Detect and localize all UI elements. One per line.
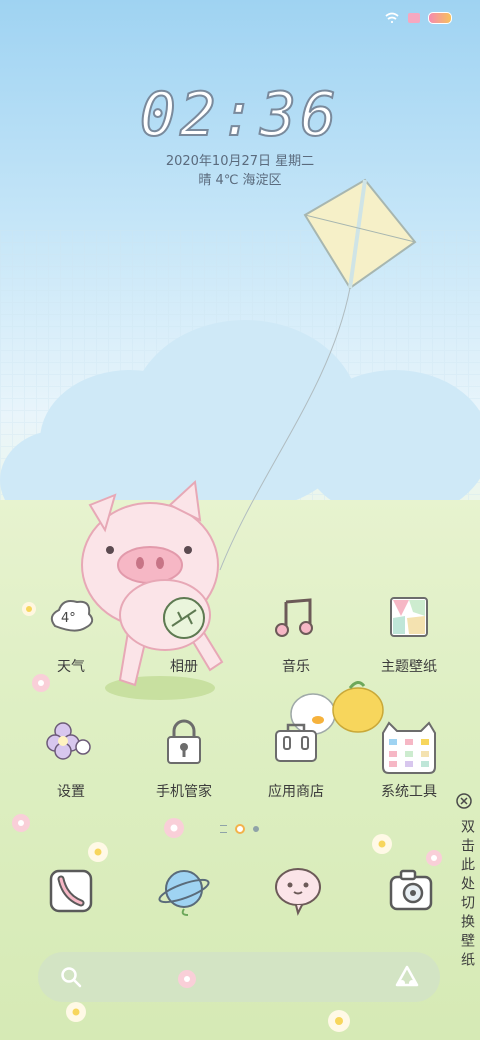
weather-label[interactable]: 晴 4℃ 海淀区 (0, 169, 480, 188)
app-label: 系统工具 (381, 784, 437, 800)
dock-phone[interactable] (45, 865, 97, 917)
app-label: 手机管家 (156, 784, 212, 800)
flower-decoration (12, 814, 30, 832)
flower-decoration (328, 1010, 350, 1032)
wallpaper-switch-hint[interactable]: 双击此处切换壁纸 (456, 793, 475, 971)
app-label: 相册 (170, 659, 198, 675)
lock-manager-icon (158, 717, 210, 769)
app-music[interactable]: 音乐 (246, 592, 346, 676)
dock-camera[interactable] (385, 865, 437, 917)
flower-decoration (372, 834, 392, 854)
flower-decoration (66, 1002, 86, 1022)
flower-decoration (32, 674, 50, 692)
notification-icon (408, 13, 420, 23)
app-settings[interactable]: 设置 (21, 717, 121, 801)
flower-settings-icon (45, 717, 97, 769)
dock-messages[interactable] (272, 865, 324, 917)
bag-store-icon (270, 717, 322, 769)
flower-decoration (22, 602, 36, 616)
leaf-album-icon (158, 592, 210, 644)
page-dot-active[interactable] (235, 824, 245, 834)
wifi-icon (385, 12, 399, 23)
flower-decoration (178, 970, 196, 988)
music-note-icon (270, 592, 322, 644)
close-icon[interactable] (456, 793, 472, 809)
app-label: 设置 (57, 784, 85, 800)
dock-browser[interactable] (158, 865, 210, 917)
phone-icon (49, 869, 93, 913)
app-theme[interactable]: 主题壁纸 (359, 592, 459, 676)
lock-clock[interactable]: 02:36 (0, 79, 480, 151)
cat-folder-icon (377, 717, 441, 777)
date-label: 2020年10月27日 星期二 (165, 154, 315, 169)
search-bar[interactable] (38, 952, 440, 1002)
page-dot-list[interactable] (220, 825, 227, 833)
app-system-tools[interactable]: 系统工具 (359, 717, 459, 801)
theme-tiles-icon (383, 592, 435, 644)
weather-temp: 4° (61, 611, 76, 626)
app-label: 应用商店 (268, 784, 324, 800)
search-input[interactable] (98, 962, 382, 994)
camera-icon (389, 869, 433, 911)
assistant-icon[interactable] (394, 964, 420, 990)
app-label: 主题壁纸 (381, 659, 437, 675)
flower-decoration (164, 818, 184, 838)
wallpaper-switch-text[interactable]: 双击此处切换壁纸 (456, 819, 477, 971)
app-phone-manager[interactable]: 手机管家 (134, 717, 234, 801)
page-dot[interactable] (253, 826, 259, 832)
flower-decoration (88, 842, 108, 862)
weather-cloud-icon: 4° (45, 592, 97, 644)
app-album[interactable]: 相册 (134, 592, 234, 676)
flower-decoration (426, 850, 442, 866)
app-label: 音乐 (282, 659, 310, 675)
message-bubble-icon (275, 868, 321, 916)
home-screen: 02:36 2020年10月27日 星期二 晴 4℃ 海淀区 4° 天气 相册 (0, 0, 480, 1040)
battery-icon (428, 12, 452, 24)
page-indicator[interactable] (220, 824, 259, 834)
status-bar (384, 10, 452, 26)
search-icon[interactable] (60, 966, 82, 988)
app-store[interactable]: 应用商店 (246, 717, 346, 801)
browser-planet-icon (158, 870, 210, 916)
